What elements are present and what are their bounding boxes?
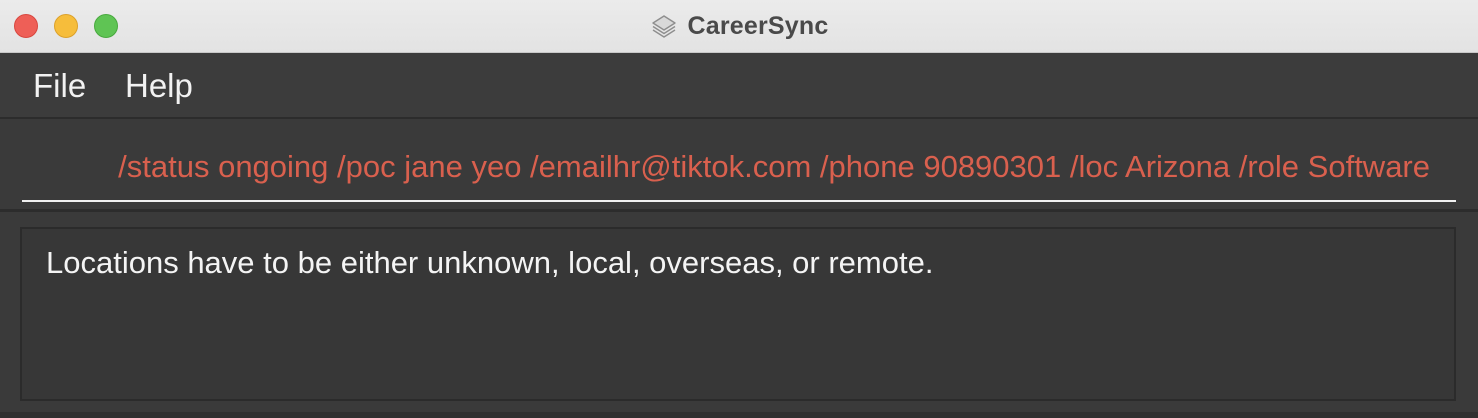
menu-bar: File Help	[0, 53, 1478, 119]
window-bottom-edge	[0, 412, 1478, 418]
command-box-panel: /status ongoing /poc jane yeo /emailhr@t…	[0, 120, 1478, 212]
menu-file[interactable]: File	[33, 67, 86, 105]
result-display[interactable]: Locations have to be either unknown, loc…	[20, 227, 1456, 401]
result-message: Locations have to be either unknown, loc…	[46, 245, 934, 280]
window-title: CareerSync	[687, 12, 829, 40]
window-title-group: CareerSync	[0, 0, 1478, 53]
layers-stack-icon	[651, 14, 676, 38]
command-input[interactable]: /status ongoing /poc jane yeo /emailhr@t…	[22, 140, 1456, 202]
menu-help[interactable]: Help	[125, 67, 193, 105]
command-input-text: /status ongoing /poc jane yeo /emailhr@t…	[118, 149, 1430, 184]
result-display-panel: Locations have to be either unknown, loc…	[0, 215, 1478, 418]
title-bar[interactable]: CareerSync	[0, 0, 1478, 53]
app-window: CareerSync File Help /status ongoing /po…	[0, 0, 1478, 418]
